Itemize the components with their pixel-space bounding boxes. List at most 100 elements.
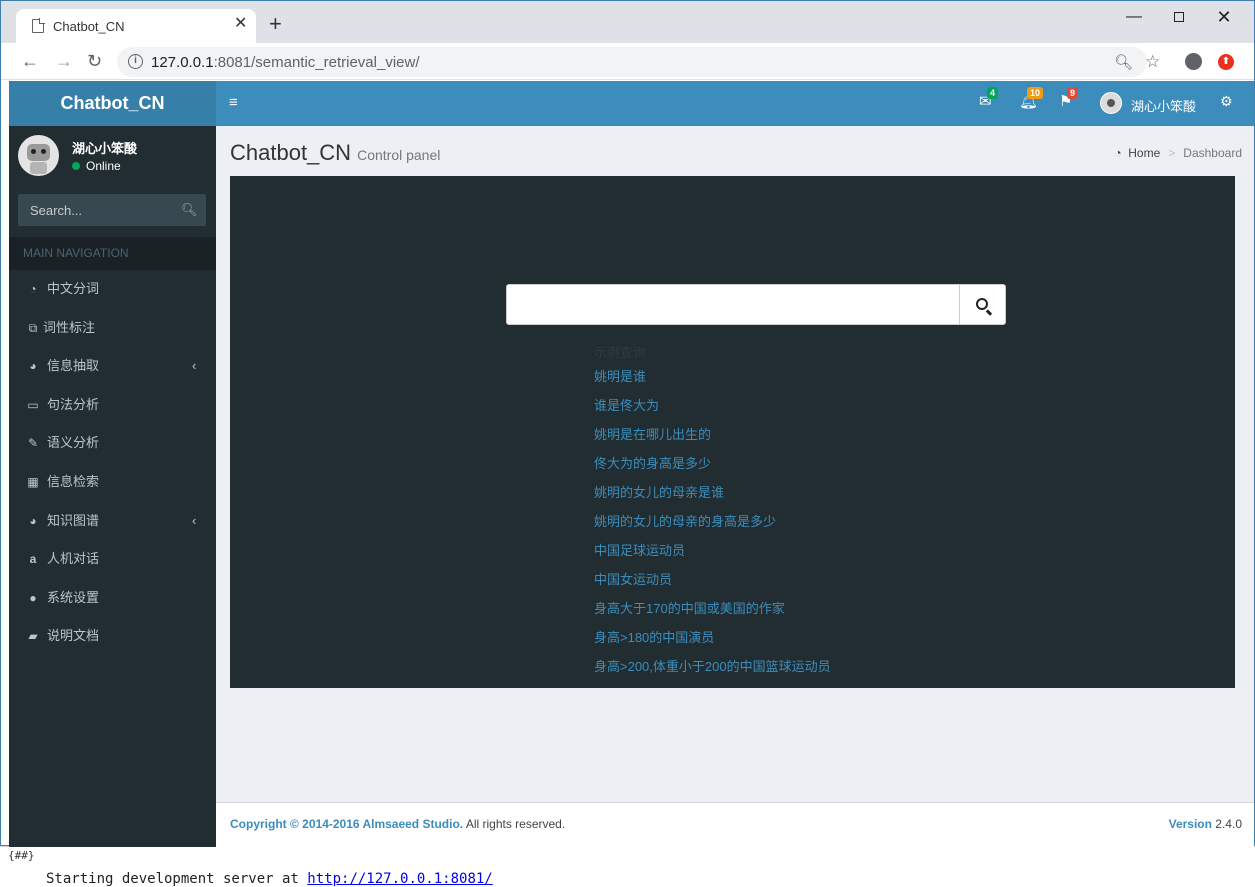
example-query-link[interactable]: 谁是佟大为 [594,398,831,427]
bookmark-star-icon[interactable]: ☆ [1145,52,1160,72]
sidebar-search-input[interactable] [18,194,174,226]
example-query-link[interactable]: 身高>200,体重小于200的中国篮球运动员 [594,659,831,688]
page-title-text: Chatbot_CN [230,140,352,165]
search-button[interactable] [959,285,1005,324]
url-path: :8081/semantic_retrieval_view/ [213,54,420,71]
example-query-list: 姚明是谁 谁是佟大为 姚明是在哪儿出生的 佟大为的身高是多少 姚明的女儿的母亲是… [594,369,831,688]
maximize-button[interactable] [1164,7,1194,29]
sidebar-toggle-icon[interactable]: ≡ [229,95,238,111]
navbar-username: 湖心小笨酸 [1131,99,1197,114]
search-icon[interactable]: 🔍︎ [181,202,198,218]
nav-section-header: MAIN NAVIGATION [9,237,216,270]
terminal-window: {##} Starting development server at http… [0,846,1255,887]
sidebar-item-pos-tagging[interactable]: ⧉ 词性标注 [9,309,216,348]
sidebar-item-label: 知识图谱 [47,512,100,528]
copy-icon: ⧉ [28,320,38,335]
example-query-link[interactable]: 姚明的女儿的母亲是谁 [594,485,831,514]
top-navbar: ≡ ✉ 4 🔔︎ 10 ⚑ 9 湖心小笨酸 ⚙ [216,81,1254,126]
sidebar-item-label: 信息检索 [47,473,100,489]
breadcrumb: ◔ Home > Dashboard [1114,146,1242,160]
example-query-link[interactable]: 佟大为的身高是多少 [594,456,831,485]
table-icon: ▦ [27,474,39,489]
example-query-link[interactable]: 身高>180的中国演员 [594,630,831,659]
sidebar-item-label: 说明文档 [47,628,100,644]
browser-titlebar: Chatbot_CN ✕ + — ✕ [1,1,1254,43]
query-input[interactable] [507,285,959,324]
messages-badge: 4 [987,87,999,99]
sidebar-item-settings[interactable]: ● 系统设置 [9,579,216,618]
content-header: Chatbot_CN Control panel ◔ Home > Dashboard [216,126,1254,176]
sidebar-user-name: 湖心小笨酸 [72,141,138,156]
reload-button[interactable]: ↻ [87,51,102,71]
browser-tab[interactable]: Chatbot_CN ✕ [16,9,256,43]
messages-icon[interactable]: ✉ 4 [979,87,999,111]
book-icon: ▰ [28,629,38,644]
compass-icon: ● [29,590,37,605]
address-bar[interactable]: i 127.0.0.1:8081/semantic_retrieval_view… [117,47,1160,77]
sidebar-item-info-retrieval[interactable]: ▦ 信息检索 [9,463,216,502]
minimize-button[interactable]: — [1119,7,1149,29]
browser-window: Chatbot_CN ✕ + — ✕ ← → ↻ i 127.0.0.1:808… [0,0,1255,847]
dashboard-icon: ◔ [29,282,37,296]
laptop-icon: ▭ [27,397,39,412]
breadcrumb-home[interactable]: Home [1128,146,1160,160]
tab-close-icon[interactable]: ✕ [234,16,247,32]
version-label: Version [1168,817,1212,831]
sidebar-item-knowledge-graph[interactable]: ◕ 知识图谱 ‹ [9,502,216,541]
breadcrumb-current: Dashboard [1183,146,1242,160]
version-number: 2.4.0 [1211,817,1242,831]
extension-icon[interactable]: ⬆ [1218,54,1234,70]
avatar [18,135,59,176]
info-icon[interactable]: i [128,54,143,69]
edit-icon: ✎ [27,436,39,451]
example-query-link[interactable]: 中国足球运动员 [594,543,831,572]
example-query-link[interactable]: 姚明的女儿的母亲的身高是多少 [594,514,831,543]
chevron-left-icon: ‹ [192,512,197,528]
pie-chart-icon: ◕ [29,513,37,528]
user-panel: 湖心小笨酸 Online [9,126,216,186]
page-icon [32,18,45,33]
copyright-rest: All rights reserved. [463,817,566,831]
maximize-icon [1174,12,1184,22]
sidebar-item-semantic-analysis[interactable]: ✎ 语义分析 [9,424,216,463]
terminal-output: Starting development server at http://12… [46,871,493,887]
page-footer: Copyright © 2014-2016 Almsaeed Studio. A… [216,802,1254,847]
gears-icon[interactable]: ⚙ [1220,93,1233,110]
notifications-bell-icon[interactable]: 🔔︎ 10 [1019,87,1044,111]
zoom-icon[interactable]: 🔍︎ [1114,53,1133,71]
example-query-link[interactable]: 中国女运动员 [594,572,831,601]
url-host: 127.0.0.1 [151,54,214,71]
forward-button[interactable]: → [55,51,73,71]
admin-page: Chatbot_CN ≡ ✉4 🔔︎10 ⚑9 湖心小笨酸 ⚙ 湖心小笨酸 [9,81,1254,847]
back-button[interactable]: ← [21,51,39,71]
retrieval-panel: 示例查询 姚明是谁 谁是佟大为 姚明是在哪儿出生的 佟大为的身高是多少 姚明的女… [230,176,1235,688]
example-query-link[interactable]: 身高大于170的中国或美国的作家 [594,601,831,630]
sidebar-item-docs[interactable]: ▰ 说明文档 [9,617,216,656]
copyright-text: Copyright © 2014-2016 Almsaeed Studio. A… [230,817,565,831]
search-icon [975,298,988,310]
query-search-box [506,284,1006,325]
terminal-link[interactable]: http://127.0.0.1:8081/ [307,871,492,887]
new-tab-button[interactable]: + [269,13,282,35]
app-logo[interactable]: Chatbot_CN [9,81,216,126]
sidebar-item-label: 句法分析 [47,396,100,412]
version-text: Version 2.4.0 [1169,817,1242,831]
example-query-link[interactable]: 姚明是谁 [594,369,831,398]
sidebar-item-word-segmentation[interactable]: ◔ 中文分词 [9,270,216,309]
profile-icon[interactable] [1185,53,1202,70]
example-query-link[interactable]: 姚明是在哪儿出生的 [594,427,831,456]
online-dot-icon [72,162,80,170]
sidebar-search: 🔍︎ [18,194,206,226]
pie-chart-icon: ◕ [29,359,37,374]
sidebar-item-info-extraction[interactable]: ◕ 信息抽取 ‹ [9,347,216,386]
page-subtitle: Control panel [357,147,441,163]
tasks-flag-icon[interactable]: ⚑ 9 [1059,87,1079,111]
page-title: Chatbot_CN Control panel [230,140,440,166]
url-text[interactable]: 127.0.0.1:8081/semantic_retrieval_view/ [151,54,420,71]
sidebar-item-syntax-analysis[interactable]: ▭ 句法分析 [9,386,216,425]
sidebar-item-dialogue[interactable]: a 人机对话 [9,540,216,579]
close-window-button[interactable]: ✕ [1209,7,1239,29]
copyright-link[interactable]: Copyright © 2014-2016 Almsaeed Studio. [230,817,463,831]
status-text: Online [86,159,121,173]
breadcrumb-separator: > [1168,146,1176,160]
